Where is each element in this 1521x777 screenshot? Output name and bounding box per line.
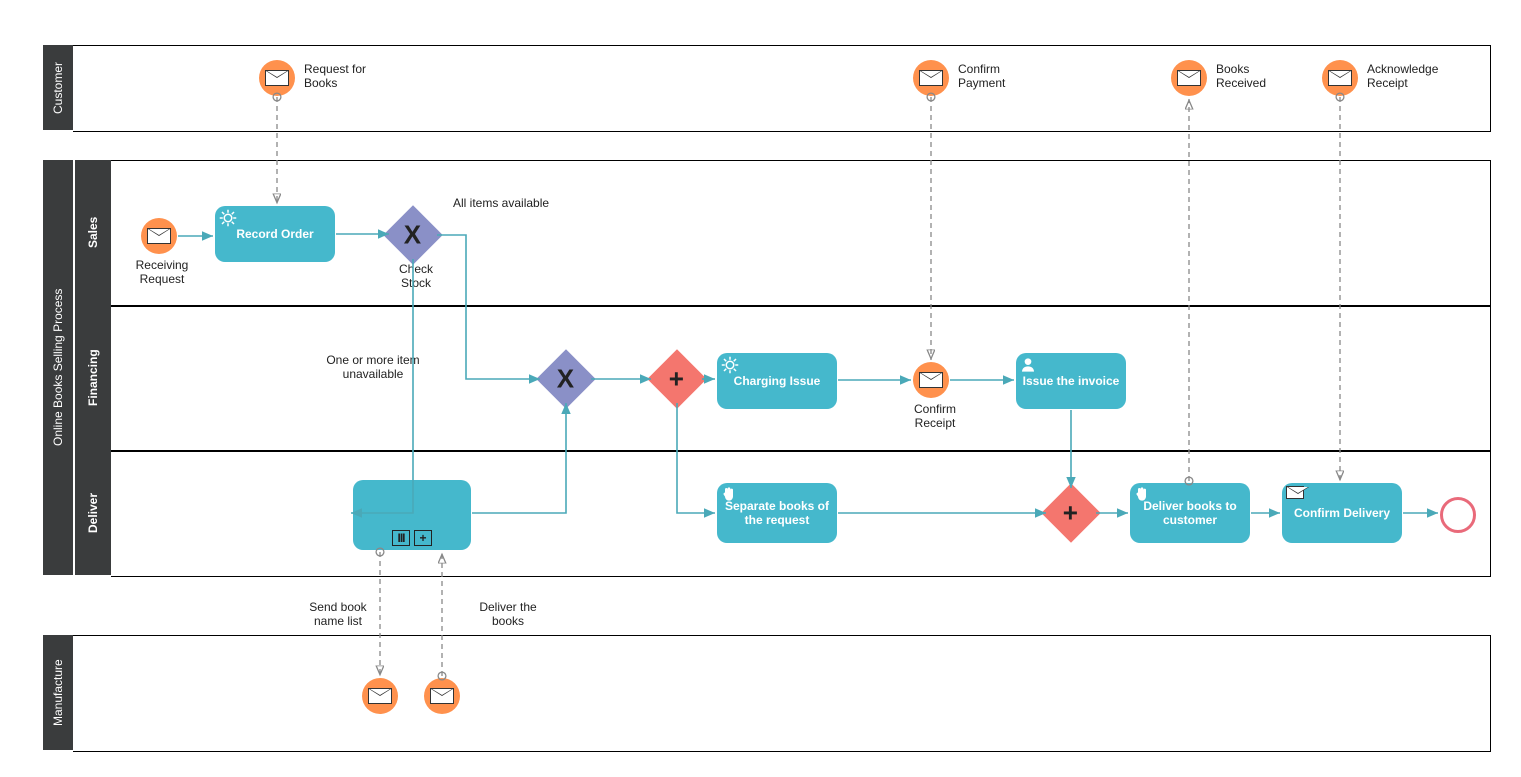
envelope-icon — [265, 70, 289, 86]
label-receiving-request: Receiving Request — [127, 258, 197, 287]
lane-header-financing[interactable]: Financing — [75, 305, 111, 450]
envelope-icon — [430, 688, 454, 704]
task-issue-invoice[interactable]: Issue the invoice — [1016, 353, 1126, 409]
task-label: Deliver books to customer — [1134, 499, 1246, 527]
lane-header-deliver[interactable]: Deliver — [75, 450, 111, 575]
pool-header-manufacture[interactable]: Manufacture — [43, 635, 73, 750]
task-record-order[interactable]: Record Order — [215, 206, 335, 262]
hand-icon — [721, 486, 737, 505]
task-confirm-delivery[interactable]: Confirm Delivery — [1282, 483, 1402, 543]
task-charging-issue[interactable]: Charging Issue — [717, 353, 837, 409]
envelope-icon — [1328, 70, 1352, 86]
label-send-list: Send book name list — [293, 600, 383, 629]
envelope-icon — [1177, 70, 1201, 86]
x-icon: X — [404, 220, 421, 251]
plus-icon: + — [669, 364, 684, 395]
label-deliver-books-msg: Deliver the books — [468, 600, 548, 629]
end-event[interactable] — [1440, 497, 1476, 533]
x-icon: X — [557, 364, 574, 395]
subprocess-markers: III + — [353, 530, 471, 546]
task-label: Issue the invoice — [1023, 374, 1120, 388]
user-icon — [1020, 356, 1036, 377]
task-label: Charging Issue — [734, 374, 821, 388]
envelope-icon — [147, 228, 171, 244]
task-label: Separate books of the request — [721, 499, 833, 527]
lane-manufacture — [73, 635, 1491, 752]
pool-header-customer[interactable]: Customer — [43, 45, 73, 130]
label-confirm-receipt: Confirm Receipt — [905, 402, 965, 431]
pool-header-main[interactable]: Online Books Selling Process — [43, 160, 73, 575]
message-event-ack-receipt[interactable] — [1322, 60, 1358, 96]
task-label: Record Order — [236, 227, 313, 241]
expand-marker-icon: + — [414, 530, 432, 546]
task-separate-books[interactable]: Separate books of the request — [717, 483, 837, 543]
label-unavailable: One or more item unavailable — [308, 353, 438, 382]
parallel-marker-icon: III — [392, 530, 410, 546]
task-deliver-books[interactable]: Deliver books to customer — [1130, 483, 1250, 543]
message-event-request-books[interactable] — [259, 60, 295, 96]
label-books-received: Books Received — [1216, 62, 1286, 91]
envelope-icon — [919, 372, 943, 388]
envelope-icon — [1286, 486, 1304, 499]
gear-icon — [219, 209, 237, 230]
envelope-icon — [919, 70, 943, 86]
subprocess-deliver[interactable]: III + — [353, 480, 471, 550]
label-request-books: Request for Books — [304, 62, 394, 91]
label-confirm-payment: Confirm Payment — [958, 62, 1028, 91]
message-event-deliver-books-source[interactable] — [424, 678, 460, 714]
envelope-icon — [368, 688, 392, 704]
start-event-receiving-request[interactable] — [141, 218, 177, 254]
lane-header-sales[interactable]: Sales — [75, 160, 111, 305]
bpmn-diagram: Customer Online Books Selling Process Sa… — [0, 0, 1521, 777]
task-label: Confirm Delivery — [1294, 506, 1390, 520]
label-check-stock: Check Stock — [392, 262, 440, 291]
hand-icon — [1134, 486, 1150, 505]
label-all-items: All items available — [453, 196, 553, 210]
message-event-send-list-target[interactable] — [362, 678, 398, 714]
intermediate-event-confirm-receipt[interactable] — [913, 362, 949, 398]
message-event-books-received[interactable] — [1171, 60, 1207, 96]
plus-icon: + — [1063, 498, 1078, 529]
gear-icon — [721, 356, 739, 377]
label-ack-receipt: Acknowledge Receipt — [1367, 62, 1462, 91]
message-event-confirm-payment[interactable] — [913, 60, 949, 96]
